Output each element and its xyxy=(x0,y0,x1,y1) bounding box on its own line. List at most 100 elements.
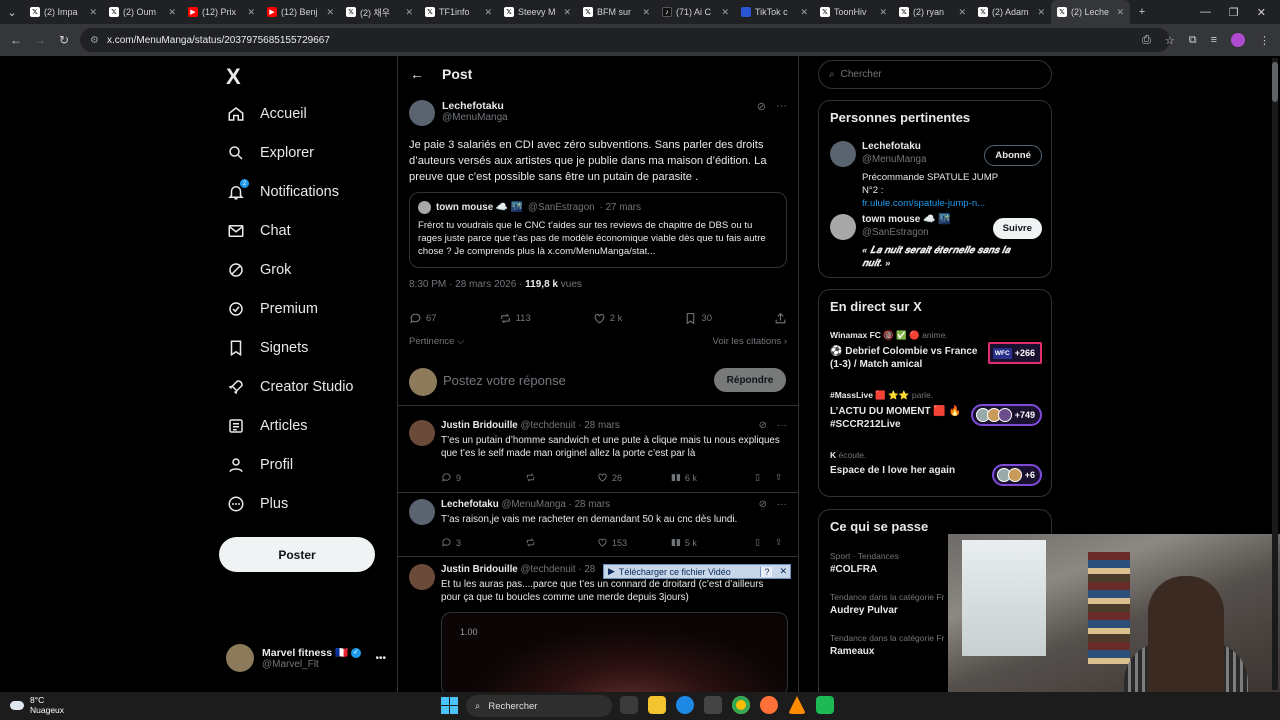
browser-tab[interactable]: 𝕏 TF1info ✕ xyxy=(419,0,498,24)
live-listeners-pill[interactable]: WFC +266 xyxy=(987,342,1042,364)
new-tab-button[interactable]: + xyxy=(1130,6,1154,18)
reply-avatar[interactable] xyxy=(409,499,435,525)
close-tab-icon[interactable]: ✕ xyxy=(326,7,334,18)
x-logo-icon[interactable]: X xyxy=(226,64,241,90)
live-item[interactable]: #MassLive 🟥 ⭐⭐ parle. L’ACTU DU MOMENT 🟥… xyxy=(830,390,1042,436)
reply-button[interactable]: 3 xyxy=(441,537,525,548)
grok-icon[interactable]: ⊘ xyxy=(759,499,767,510)
like-button[interactable]: 2 k xyxy=(593,312,622,325)
person-name[interactable]: town mouse ☁️ 🌃 xyxy=(862,214,951,225)
reply-item[interactable]: Lechefotaku @MenuManga · 28 mars ⊘ ··· T’… xyxy=(409,499,787,553)
reply-handle[interactable]: @MenuManga xyxy=(501,499,565,510)
reload-icon[interactable]: ↻ xyxy=(52,33,76,47)
more-icon[interactable]: ··· xyxy=(777,499,787,510)
sidebar-item-accueil[interactable]: Accueil xyxy=(226,99,307,129)
minimize-icon[interactable]: — xyxy=(1200,6,1211,18)
browser-tab[interactable]: 𝕏 ToonHiv ✕ xyxy=(814,0,893,24)
sidebar-item-notifications[interactable]: 2 Notifications xyxy=(226,177,339,207)
reply-avatar[interactable] xyxy=(409,564,435,590)
bookmark-button[interactable]: 30 xyxy=(684,312,712,325)
sidebar-item-signets[interactable]: Signets xyxy=(226,333,308,363)
media-icon[interactable]: ≡ xyxy=(1211,34,1217,46)
more-icon[interactable]: ••• xyxy=(375,653,386,664)
url-field[interactable]: ⚙ x.com/MenuManga/status/203797568515572… xyxy=(80,28,1170,52)
share-icon[interactable]: ⇪ xyxy=(775,472,783,483)
close-tab-icon[interactable]: ✕ xyxy=(721,7,729,18)
author-name[interactable]: Lechefotaku xyxy=(442,100,508,112)
author-handle[interactable]: @MenuManga xyxy=(442,112,508,123)
views-button[interactable]: ▮▮ 6 k xyxy=(671,472,755,483)
page-scrollbar[interactable] xyxy=(1272,58,1278,690)
edge-icon[interactable] xyxy=(676,696,694,714)
repost-button[interactable] xyxy=(525,472,597,483)
live-listeners-pill[interactable]: +749 xyxy=(970,404,1042,426)
close-icon[interactable]: ✕ xyxy=(776,566,790,577)
person-name[interactable]: Lechefotaku xyxy=(862,141,921,152)
scrollbar-thumb[interactable] xyxy=(1272,62,1278,102)
person-item[interactable]: Lechefotaku @MenuManga Précommande SPATU… xyxy=(830,141,1042,209)
close-tab-icon[interactable]: ✕ xyxy=(1037,7,1045,18)
close-tab-icon[interactable]: ✕ xyxy=(879,7,887,18)
sidebar-item-premium[interactable]: Premium xyxy=(226,294,318,324)
author-avatar[interactable] xyxy=(409,100,435,126)
close-tab-icon[interactable]: ✕ xyxy=(800,7,808,18)
like-button[interactable]: 153 xyxy=(597,537,671,548)
extensions-icon[interactable]: ⧉ xyxy=(1189,34,1197,47)
tab-search-icon[interactable]: ⌄ xyxy=(0,6,24,19)
browser-tab[interactable]: 𝕏 (2) ryan ✕ xyxy=(893,0,972,24)
live-listeners-pill[interactable]: +6 xyxy=(991,464,1042,486)
reply-name[interactable]: Justin Bridouille xyxy=(441,564,518,575)
like-button[interactable]: 26 xyxy=(597,472,671,483)
sort-dropdown[interactable]: Pertinence ⌵ xyxy=(409,336,464,347)
close-tab-icon[interactable]: ✕ xyxy=(563,7,571,18)
menu-icon[interactable]: ⋮ xyxy=(1259,34,1270,47)
reply-avatar[interactable] xyxy=(409,420,435,446)
bookmark-icon[interactable]: ▯ xyxy=(755,472,775,483)
post-button[interactable]: Poster xyxy=(219,537,375,572)
sidebar-item-chat[interactable]: Chat xyxy=(226,216,291,246)
app-icon[interactable] xyxy=(816,696,834,714)
back-icon[interactable]: ← xyxy=(4,33,28,47)
browser-tab[interactable]: TikTok c ✕ xyxy=(735,0,814,24)
avatar[interactable] xyxy=(830,141,856,167)
forward-icon[interactable]: → xyxy=(28,33,52,47)
reply-handle[interactable]: @techdenuit xyxy=(520,420,575,431)
reply-handle[interactable]: @techdenuit xyxy=(520,564,575,575)
share-button[interactable] xyxy=(774,312,787,325)
sidebar-item-creator-studio[interactable]: Creator Studio xyxy=(226,372,354,402)
browser-tab[interactable]: ▶ (12) Benj ✕ xyxy=(261,0,340,24)
profile-avatar[interactable] xyxy=(1231,33,1245,47)
close-tab-icon[interactable]: ✕ xyxy=(405,7,413,18)
browser-tab[interactable]: 𝕏 (2) 채우 ✕ xyxy=(340,0,419,24)
bookmark-star-icon[interactable]: ☆ xyxy=(1165,34,1175,47)
reply-input[interactable]: Postez votre réponse xyxy=(443,373,566,388)
help-button[interactable]: ? xyxy=(760,566,773,577)
maximize-icon[interactable]: ❐ xyxy=(1229,6,1239,19)
task-view-icon[interactable] xyxy=(620,696,638,714)
views-button[interactable]: ▮▮ 5 k xyxy=(671,537,755,548)
avatar[interactable] xyxy=(830,214,856,240)
browser-tab[interactable]: ▶ (12) Prix ✕ xyxy=(182,0,261,24)
search-input[interactable]: ⌕ Chercher xyxy=(818,60,1052,89)
more-icon[interactable]: ··· xyxy=(776,100,787,113)
close-tab-icon[interactable]: ✕ xyxy=(247,7,255,18)
reply-button[interactable]: 67 xyxy=(409,312,437,325)
sidebar-item-grok[interactable]: Grok xyxy=(226,255,291,285)
quoted-tweet[interactable]: town mouse ☁️ 🌃 @SanEstragon · 27 mars F… xyxy=(409,192,787,268)
install-app-icon[interactable]: ⎙ xyxy=(1142,34,1151,47)
firefox-icon[interactable] xyxy=(760,696,778,714)
file-explorer-icon[interactable] xyxy=(648,696,666,714)
grok-icon[interactable]: ⊘ xyxy=(757,100,766,113)
browser-tab[interactable]: 𝕏 (2) Oum ✕ xyxy=(103,0,182,24)
browser-tab[interactable]: 𝕏 (2) Leche ✕ xyxy=(1051,0,1130,24)
person-item[interactable]: town mouse ☁️ 🌃 @SanEstragon « 𝑳𝒂 𝒏𝒖𝒊𝒕 𝒔… xyxy=(830,214,1042,272)
close-tab-icon[interactable]: ✕ xyxy=(958,7,966,18)
reply-submit-button[interactable]: Répondre xyxy=(714,368,786,392)
share-icon[interactable]: ⇪ xyxy=(775,537,783,548)
bio-link[interactable]: fr.ulule.com/spatule-jump-n... xyxy=(862,198,985,209)
close-tab-icon[interactable]: ✕ xyxy=(1116,7,1124,18)
browser-tab[interactable]: 𝕏 BFM sur ✕ xyxy=(577,0,656,24)
taskbar-search[interactable]: ⌕ Rechercher xyxy=(466,695,612,717)
video-player[interactable]: 1.00 xyxy=(441,612,788,692)
browser-tab[interactable]: 𝕏 (2) Adam ✕ xyxy=(972,0,1051,24)
